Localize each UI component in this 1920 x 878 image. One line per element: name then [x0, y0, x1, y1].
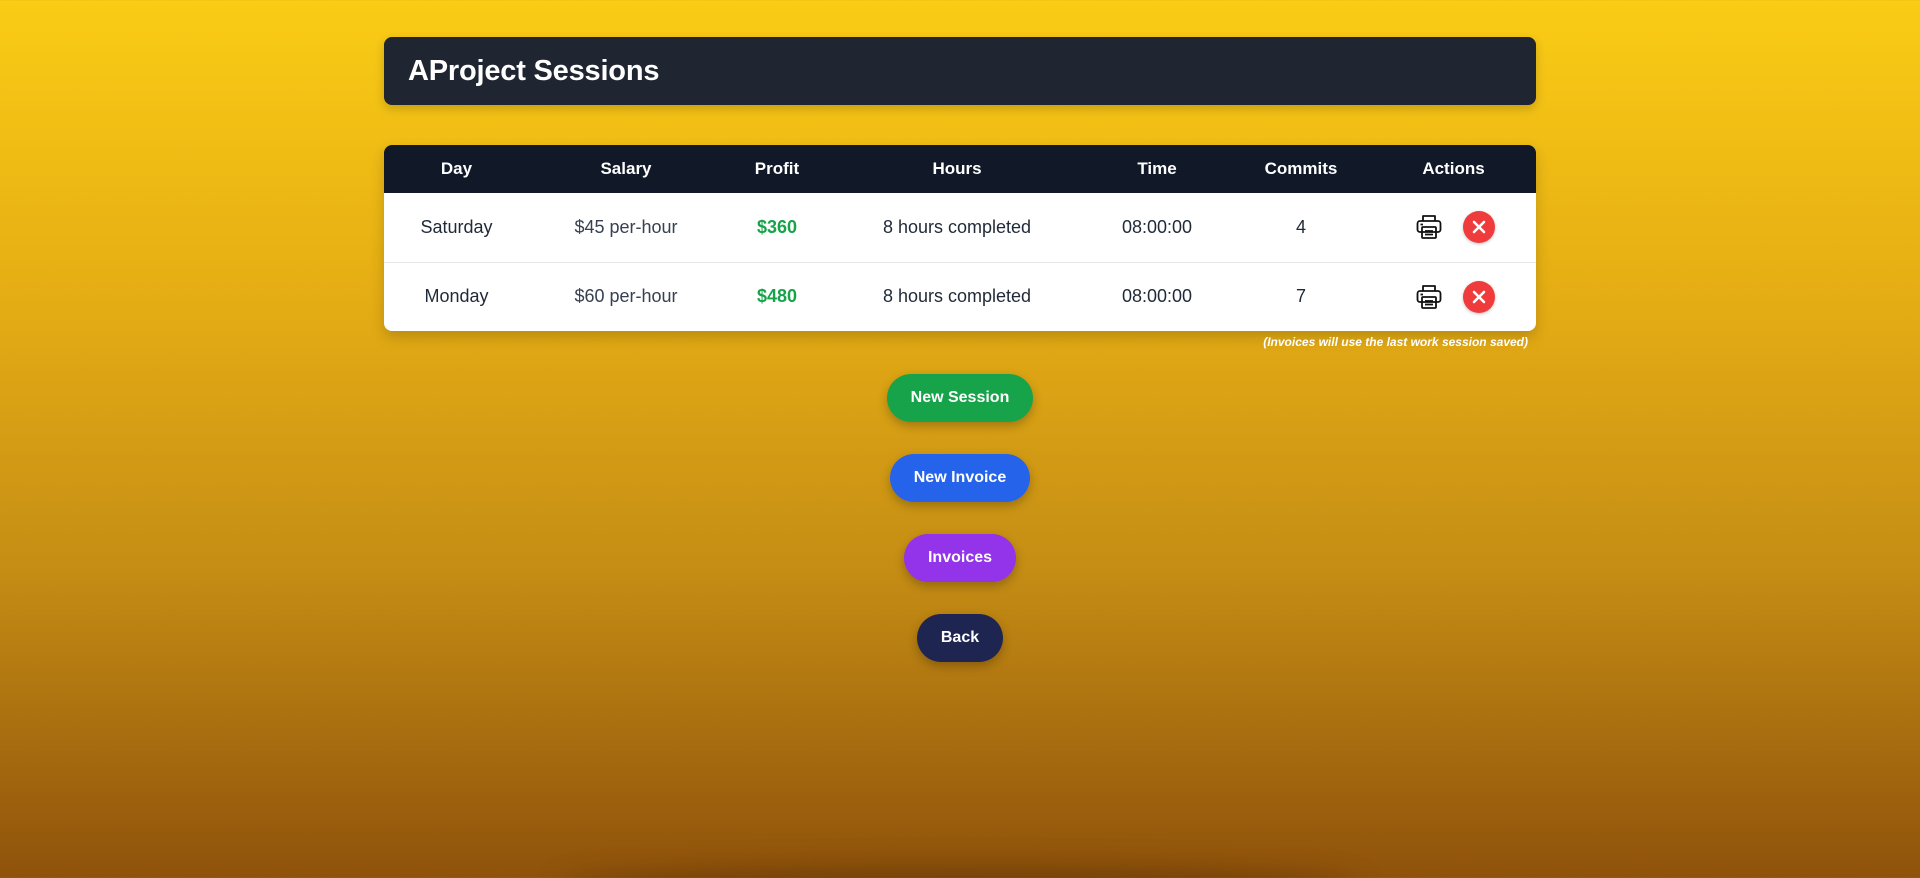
cell-actions [1371, 261, 1536, 331]
table-header-row: Day Salary Profit Hours Time Commits Act… [384, 145, 1536, 193]
delete-button[interactable] [1462, 211, 1495, 244]
invoices-button[interactable]: Invoices [903, 534, 1017, 582]
row-actions [1371, 280, 1536, 313]
cell-profit: $360 [756, 216, 798, 237]
cell-profit: $480 [723, 261, 831, 331]
sessions-table: Day Salary Profit Hours Time Commits Act… [384, 145, 1536, 331]
cell-actions [1371, 193, 1536, 262]
action-buttons: New Session New Invoice Invoices Back [384, 374, 1536, 694]
cell-day: Monday [384, 261, 529, 331]
header-profit: Profit [754, 159, 800, 178]
header-time: Time [1137, 159, 1177, 178]
close-icon [1472, 220, 1485, 234]
cell-hours: 8 hours completed [831, 261, 1083, 331]
back-button[interactable]: Back [916, 614, 1004, 662]
header-day: Day [440, 159, 473, 178]
cell-salary: $60 per-hour [529, 261, 723, 331]
header-actions: Actions [1422, 159, 1485, 178]
row-actions [1371, 211, 1536, 244]
cell-hours: 8 hours completed [882, 216, 1032, 237]
cell-time: 08:00:00 [1083, 261, 1231, 331]
cell-commits: 7 [1231, 261, 1371, 331]
table-row: Monday $60 per-hour $480 8 hours complet… [384, 261, 1536, 331]
header-commits: Commits [1264, 159, 1338, 178]
close-icon [1472, 290, 1485, 304]
printer-icon [1416, 284, 1441, 309]
page-title: AProject Sessions [408, 54, 660, 87]
cell-day: Saturday [420, 216, 493, 237]
header-salary: Salary [600, 159, 652, 178]
new-invoice-button[interactable]: New Invoice [889, 454, 1031, 502]
sessions-table-card: Day Salary Profit Hours Time Commits Act… [384, 145, 1536, 331]
cell-salary: $45 per-hour [574, 216, 678, 237]
main-container: AProject Sessions Day Salary Profit Hour… [384, 37, 1536, 694]
print-button[interactable] [1413, 211, 1445, 243]
title-bar: AProject Sessions [384, 37, 1536, 105]
header-hours: Hours [932, 159, 982, 178]
bottom-shadow [560, 868, 1360, 878]
delete-button[interactable] [1462, 280, 1495, 313]
invoice-note: (Invoices will use the last work session… [1263, 335, 1528, 349]
print-button[interactable] [1413, 281, 1445, 313]
new-session-button[interactable]: New Session [886, 374, 1034, 422]
printer-icon [1416, 215, 1441, 240]
cell-time: 08:00:00 [1121, 216, 1193, 237]
table-row: Saturday $45 per-hour $360 8 hours compl… [384, 193, 1536, 262]
cell-commits: 4 [1295, 216, 1306, 237]
